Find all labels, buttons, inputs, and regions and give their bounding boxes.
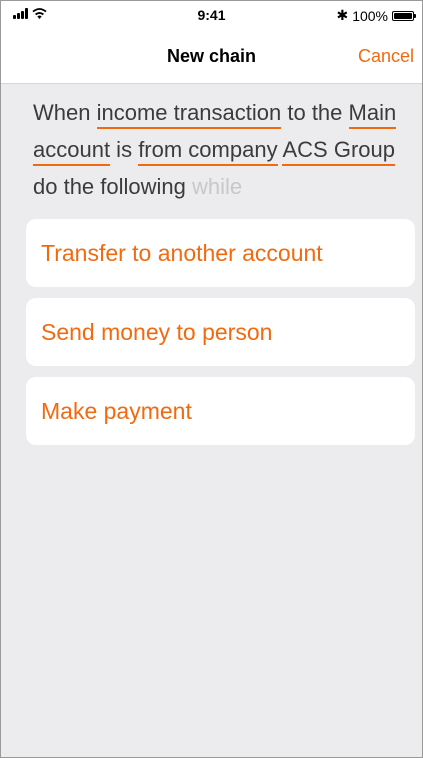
cancel-button[interactable]: Cancel (358, 46, 414, 67)
status-right: ✱ 100% (336, 7, 416, 24)
bluetooth-icon: ✱ (336, 7, 349, 23)
battery-icon (392, 10, 416, 21)
sentence-text: When (33, 100, 97, 125)
chain-condition-sentence: When income transaction to the Main acco… (33, 94, 403, 205)
transfer-to-account-option[interactable]: Transfer to another account (26, 219, 415, 287)
send-money-option[interactable]: Send money to person (26, 298, 415, 366)
sentence-text: do the following (33, 174, 192, 199)
status-bar: 9:41 ✱ 100% (1, 1, 422, 29)
transaction-type-selector[interactable]: income transaction (96, 100, 282, 129)
company-selector[interactable]: ACS Group (282, 137, 395, 166)
sentence-text: to the (281, 100, 349, 125)
action-options-list: Transfer to another account Send money t… (26, 219, 415, 456)
navigation-bar: New chain Cancel (1, 29, 422, 84)
phone-screen: 9:41 ✱ 100% New chain Cancel When income… (0, 0, 423, 758)
battery-percent: 100% (352, 7, 388, 24)
make-payment-option[interactable]: Make payment (26, 377, 415, 445)
while-option[interactable]: while (192, 174, 242, 199)
condition-selector[interactable]: from company (138, 137, 278, 166)
sentence-text: is (110, 137, 139, 162)
